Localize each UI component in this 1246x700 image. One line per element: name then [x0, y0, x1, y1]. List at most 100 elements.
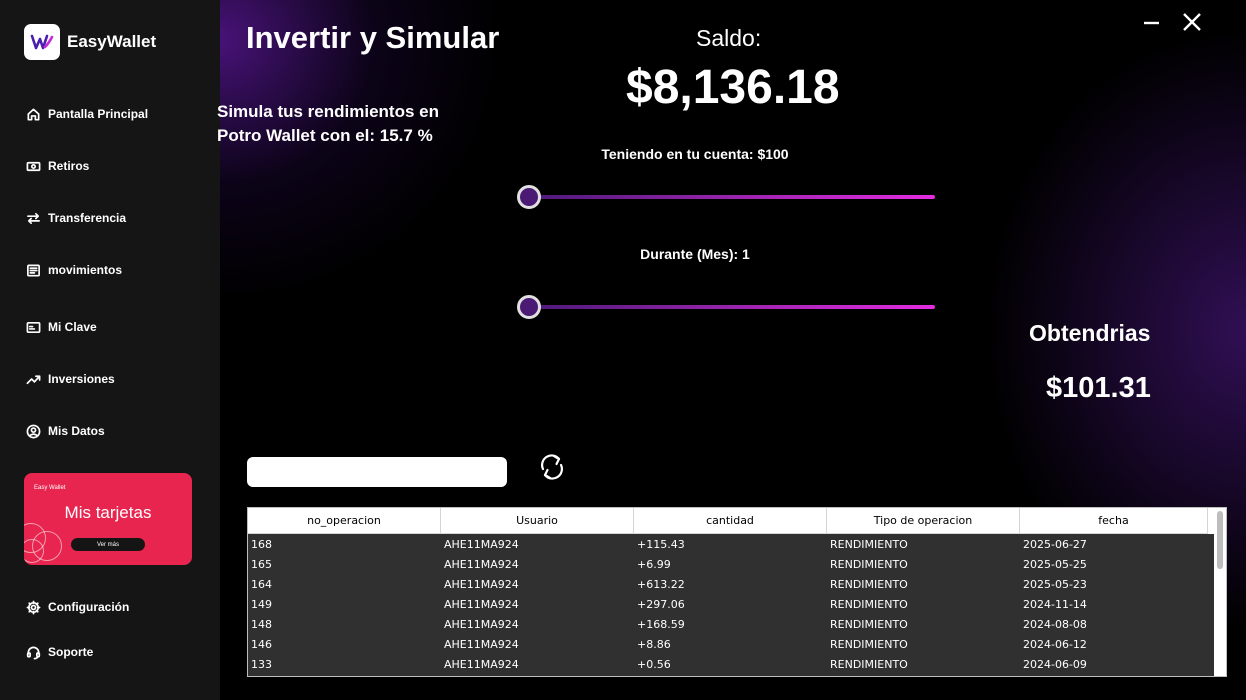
simulation-description: Simula tus rendimientos en Potro Wallet … [217, 100, 439, 148]
table-row[interactable]: 146 AHE11MA924 +8.86 RENDIMIENTO 2024-06… [248, 634, 1215, 654]
gear-icon [25, 599, 41, 615]
simulation-line-1: Simula tus rendimientos en [217, 102, 439, 121]
column-header[interactable]: Usuario [441, 508, 634, 534]
table-cell: RENDIMIENTO [830, 577, 908, 591]
column-header[interactable]: cantidad [634, 508, 827, 534]
table-row[interactable]: 164 AHE11MA924 +613.22 RENDIMIENTO 2025-… [248, 574, 1215, 594]
page-title: Invertir y Simular [246, 20, 500, 55]
result-value: $101.31 [1046, 372, 1151, 404]
table-cell: 148 [251, 617, 272, 631]
table-cell: RENDIMIENTO [830, 617, 908, 631]
slider-track [528, 195, 935, 199]
table-row[interactable]: 133 AHE11MA924 +0.56 RENDIMIENTO 2024-06… [248, 654, 1215, 674]
search-input[interactable] [247, 457, 507, 487]
table-cell: 164 [251, 577, 272, 591]
table-cell: RENDIMIENTO [830, 557, 908, 571]
table-cell: +0.56 [637, 657, 671, 671]
table-cell: +613.22 [637, 577, 685, 591]
table-cell: 2024-08-08 [1023, 617, 1087, 631]
table-cell: 165 [251, 557, 272, 571]
table-cell: RENDIMIENTO [830, 537, 908, 551]
refresh-button[interactable] [537, 450, 567, 484]
sidebar-item-mi-clave[interactable]: Mi Clave [25, 319, 97, 335]
sidebar-item-label: movimientos [48, 263, 123, 277]
refresh-icon [541, 454, 563, 480]
table-cell: RENDIMIENTO [830, 657, 908, 671]
table-cell: AHE11MA924 [444, 657, 519, 671]
wallet-logo-icon [24, 24, 60, 60]
table-body: 168 AHE11MA924 +115.43 RENDIMIENTO 2025-… [248, 534, 1215, 676]
months-slider[interactable] [517, 292, 935, 322]
card-title: Mis tarjetas [64, 503, 152, 522]
sidebar-item-configuracion[interactable]: Configuración [25, 599, 129, 615]
table-cell: 2025-05-23 [1023, 577, 1087, 591]
sidebar-item-movimientos[interactable]: movimientos [25, 262, 122, 278]
cash-icon [25, 158, 41, 174]
table-row[interactable]: 149 AHE11MA924 +297.06 RENDIMIENTO 2024-… [248, 594, 1215, 614]
transfer-icon [25, 210, 41, 226]
sidebar-item-label: Soporte [48, 645, 94, 659]
app-logo[interactable]: EasyWallet [24, 24, 156, 60]
table-cell: AHE11MA924 [444, 577, 519, 591]
sidebar-item-label: Configuración [48, 600, 130, 614]
mis-tarjetas-card[interactable]: Easy Wallet Mis tarjetas Ver más [24, 473, 192, 565]
table-cell: AHE11MA924 [444, 537, 519, 551]
column-header[interactable]: Tipo de operacion [827, 508, 1020, 534]
table-cell: 2024-06-12 [1023, 637, 1087, 651]
table-cell: 168 [251, 537, 272, 551]
table-cell: 2025-05-25 [1023, 557, 1087, 571]
sidebar-item-pantalla-principal[interactable]: Pantalla Principal [25, 106, 148, 122]
scrollbar-thumb[interactable] [1217, 511, 1223, 569]
table-cell: 149 [251, 597, 272, 611]
months-slider-label: Durante (Mes): 1 [640, 246, 750, 262]
sidebar-item-soporte[interactable]: Soporte [25, 644, 93, 660]
column-header[interactable]: no_operacion [248, 508, 441, 534]
sidebar-item-label: Retiros [48, 159, 90, 173]
minimize-button[interactable] [1139, 10, 1165, 36]
table-cell: +6.99 [637, 557, 671, 571]
table-cell: AHE11MA924 [444, 557, 519, 571]
sidebar-item-label: Transferencia [48, 211, 127, 225]
sidebar-item-label: Pantalla Principal [48, 107, 149, 121]
ver-mas-button[interactable]: Ver más [71, 538, 145, 551]
slider-thumb[interactable] [517, 185, 541, 209]
minimize-icon [1144, 21, 1159, 25]
slider-track [528, 305, 935, 309]
table-cell: 133 [251, 657, 272, 671]
table-cell: +168.59 [637, 617, 685, 631]
sidebar-item-retiros[interactable]: Retiros [25, 158, 89, 174]
sidebar-item-label: Mi Clave [48, 320, 97, 334]
table-cell: 2025-06-27 [1023, 537, 1087, 551]
result-label: Obtendrias [1029, 320, 1151, 346]
table-cell: RENDIMIENTO [830, 597, 908, 611]
table-cell: 2024-06-09 [1023, 657, 1087, 671]
slider-thumb[interactable] [517, 295, 541, 319]
table-row[interactable]: 148 AHE11MA924 +168.59 RENDIMIENTO 2024-… [248, 614, 1215, 634]
table-cell: +8.86 [637, 637, 671, 651]
table-cell: +297.06 [637, 597, 685, 611]
sidebar: EasyWallet Pantalla Principal Retiros Tr… [0, 0, 220, 700]
card-brand: Easy Wallet [34, 485, 66, 491]
table-cell: AHE11MA924 [444, 617, 519, 631]
balance-value: $8,136.18 [626, 61, 840, 114]
main-panel: Invertir y Simular Simula tus rendimient… [217, 0, 1246, 700]
column-header[interactable]: fecha [1020, 508, 1208, 534]
trending-up-icon [25, 371, 41, 387]
table-cell: 2024-11-14 [1023, 597, 1087, 611]
table-header: no_operacion Usuario cantidad Tipo de op… [248, 508, 1226, 534]
table-row[interactable]: 168 AHE11MA924 +115.43 RENDIMIENTO 2025-… [248, 534, 1215, 554]
app-name: EasyWallet [67, 32, 157, 51]
sidebar-item-mis-datos[interactable]: Mis Datos [25, 423, 105, 439]
amount-slider[interactable] [517, 182, 935, 212]
headset-icon [25, 644, 41, 660]
close-button[interactable] [1179, 10, 1205, 36]
sidebar-item-transferencia[interactable]: Transferencia [25, 210, 126, 226]
table-cell: AHE11MA924 [444, 597, 519, 611]
simulation-line-2: Potro Wallet con el: 15.7 % [217, 126, 433, 145]
amount-slider-label: Teniendo en tu cuenta: $100 [601, 146, 789, 162]
table-row[interactable]: 165 AHE11MA924 +6.99 RENDIMIENTO 2025-05… [248, 554, 1215, 574]
table-scrollbar[interactable] [1214, 508, 1226, 676]
sidebar-item-inversiones[interactable]: Inversiones [25, 371, 115, 387]
balance-label: Saldo: [696, 25, 762, 51]
table-cell: 146 [251, 637, 272, 651]
